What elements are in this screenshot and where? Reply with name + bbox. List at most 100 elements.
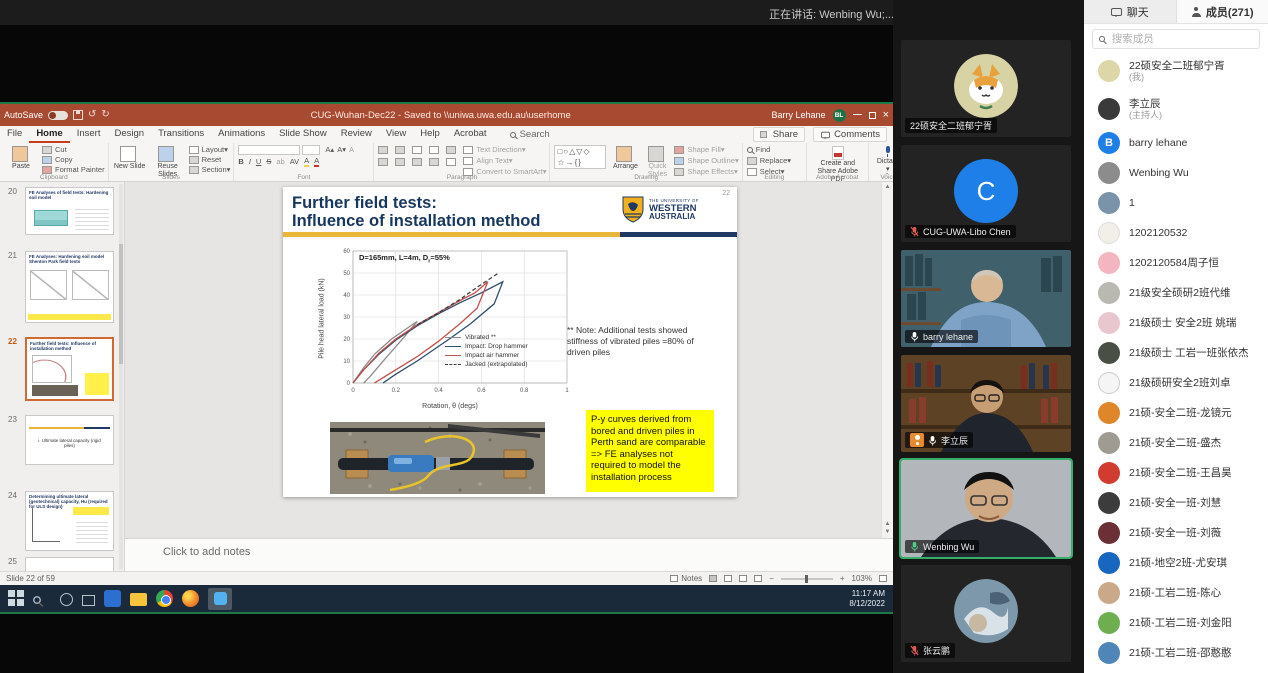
taskbar-search-icon[interactable] [34,590,51,607]
zoom-out-button[interactable]: − [769,574,774,583]
slide-thumbnail-24[interactable]: Determining ultimate lateral (geotechnic… [25,491,114,551]
slide-sorter-icon[interactable] [724,575,732,582]
file-explorer-icon[interactable] [130,593,147,606]
member-row[interactable]: 21硕-工岩二班-刘金阳 [1084,608,1268,638]
shrink-font-button[interactable]: A▾ [337,145,346,154]
member-row[interactable]: 21硕-安全二班-王昌昊 [1084,458,1268,488]
undo-icon[interactable]: ↺ [88,110,96,120]
member-row[interactable]: 21级硕研安全2班刘卓 [1084,368,1268,398]
justify-icon[interactable] [429,158,439,166]
share-button[interactable]: Share [753,127,805,142]
notes-placeholder[interactable]: Click to add notes [163,546,250,558]
account-name[interactable]: Barry Lehane [772,110,826,120]
decrease-indent-icon[interactable] [412,146,422,154]
member-row[interactable]: 21硕-安全一班-刘慧 [1084,488,1268,518]
align-right-icon[interactable] [412,158,422,166]
font-color-button[interactable]: A [314,156,319,167]
member-row[interactable]: 21硕-工岩二班-陈心 [1084,578,1268,608]
member-row[interactable]: 1 [1084,188,1268,218]
thumbnail-scrollbar[interactable] [119,184,123,569]
member-row[interactable]: B barry lehane [1084,128,1268,158]
account-avatar[interactable]: BL [833,109,846,122]
columns-icon[interactable] [446,158,456,166]
line-spacing-icon[interactable] [446,146,456,154]
member-row[interactable]: 21硕-地空2班-尤安琪 [1084,548,1268,578]
ribbon-tab[interactable]: Help [413,126,447,143]
normal-view-icon[interactable] [709,575,717,582]
replace-button[interactable]: Replace ▾ [747,156,791,165]
next-slide-button[interactable]: ▼ [882,528,893,536]
member-row[interactable]: 1202120532 [1084,218,1268,248]
align-left-icon[interactable] [378,158,388,166]
font-size-select[interactable] [302,145,320,155]
notes-toggle[interactable]: Notes [670,574,702,583]
teams-app-icon[interactable] [104,590,121,607]
character-spacing-button[interactable]: AV [290,157,299,166]
ribbon-tab[interactable]: Home [29,126,69,143]
ribbon-tab[interactable]: Slide Show [272,126,334,143]
layout-button[interactable]: Layout ▾ [189,145,231,154]
shapes-gallery[interactable]: □○△▽◇☆→{} [554,145,606,169]
autosave-toggle[interactable] [48,111,68,120]
member-row[interactable]: Wenbing Wu [1084,158,1268,188]
find-button[interactable]: Find [747,145,791,154]
comments-button[interactable]: Comments [813,127,887,142]
paste-button[interactable]: Paste [4,145,38,171]
grow-font-button[interactable]: A▴ [325,145,334,154]
increase-indent-icon[interactable] [429,146,439,154]
notes-pane[interactable]: Click to add notes [125,538,893,571]
slide-thumbnail-23[interactable]: i. Ultimate lateral capacity (rigid pile… [25,415,114,465]
restore-button[interactable] [869,112,876,119]
member-row[interactable]: 21级硕士 安全2班 姚瑞 [1084,308,1268,338]
cut-button[interactable]: Cut [42,145,105,154]
member-search-input[interactable] [1110,32,1253,46]
canvas-scrollbar[interactable]: ▲ ▲▼ [881,182,893,538]
member-row[interactable]: 21硕-安全二班-龙镜元 [1084,398,1268,428]
bullets-icon[interactable] [378,146,388,154]
new-slide-button[interactable]: New Slide [113,145,147,171]
strikethrough-button[interactable]: S [266,157,271,166]
start-button[interactable] [8,590,25,607]
cortana-icon[interactable] [60,593,73,606]
tab-members[interactable]: 成员(271) [1177,0,1268,23]
video-tile-6[interactable]: 张云鹏 [901,565,1071,662]
ribbon-tab[interactable]: Transitions [151,126,211,143]
video-tile-4[interactable]: 李立辰 [901,355,1071,452]
section-button[interactable]: Section ▾ [189,165,231,174]
ribbon-tab[interactable]: Acrobat [447,126,494,143]
clear-formatting-button[interactable]: A [349,145,354,154]
ribbon-tab[interactable]: Review [334,126,379,143]
member-search[interactable] [1092,29,1260,49]
member-row[interactable]: 21级硕士 工岩一班张依杰 [1084,338,1268,368]
slide-thumbnail-21[interactable]: FE Analyses: Hardening soil model Shento… [25,251,114,323]
redo-icon[interactable]: ↻ [101,110,109,120]
ribbon-tab[interactable]: Design [107,126,151,143]
active-meeting-app-icon[interactable] [208,588,232,610]
ribbon-tab[interactable]: Animations [211,126,272,143]
member-row[interactable]: 21硕-工岩二班-邵憨憨 [1084,638,1268,668]
slide-thumbnail-20[interactable]: FE Analyses of field tests: Hardening so… [25,187,114,235]
tab-chat[interactable]: 聊天 [1084,0,1177,23]
shape-outline-button[interactable]: Shape Outline ▾ [674,156,738,165]
taskbar-clock[interactable]: 11:17 AM 8/12/2022 [849,589,885,609]
video-tile-5[interactable]: Wenbing Wu [901,460,1071,557]
fit-slide-icon[interactable] [879,575,887,582]
numbering-icon[interactable] [395,146,405,154]
slideshow-icon[interactable] [754,575,762,582]
font-name-select[interactable] [238,145,300,155]
reset-button[interactable]: Reset [189,155,231,164]
align-center-icon[interactable] [395,158,405,166]
save-icon[interactable] [73,110,83,120]
minimize-button[interactable] [853,114,862,115]
underline-button[interactable]: U [256,157,261,166]
zoom-in-button[interactable]: + [840,574,845,583]
shape-fill-button[interactable]: Shape Fill ▾ [674,145,738,154]
bold-button[interactable]: B [238,157,243,166]
chrome-icon[interactable] [156,590,173,607]
video-tile-2[interactable]: C CUG-UWA-Libo Chen [901,145,1071,242]
ribbon-tab[interactable]: Insert [70,126,108,143]
format-painter-button[interactable]: Format Painter [42,165,105,174]
firefox-icon[interactable] [182,590,199,607]
member-row[interactable]: 李立辰 (主持人) [1084,90,1268,128]
member-row[interactable]: 21硕-安全一班-刘薇 [1084,518,1268,548]
